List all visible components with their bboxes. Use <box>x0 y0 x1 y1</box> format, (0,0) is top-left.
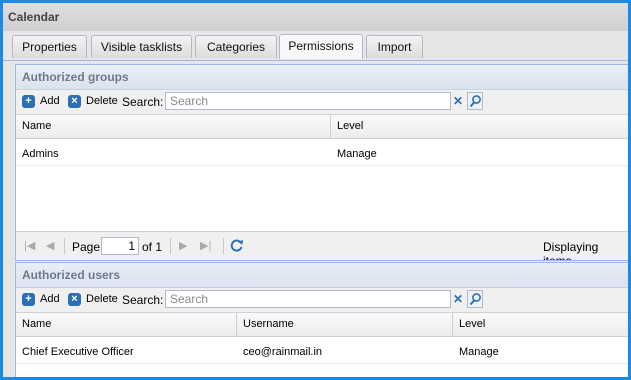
refresh-icon[interactable] <box>229 238 244 256</box>
tab-properties[interactable]: Properties <box>12 35 87 58</box>
column-header-username[interactable]: Username <box>237 313 453 336</box>
add-button[interactable]: Add <box>40 95 60 107</box>
tab-permissions[interactable]: Permissions <box>279 34 363 59</box>
panel-header: Authorized groups <box>16 65 628 90</box>
table-row[interactable]: Admins Manage <box>16 143 628 166</box>
tab-categories[interactable]: Categories <box>195 35 277 58</box>
panel-title: Authorized groups <box>22 70 129 84</box>
clear-icon[interactable]: ✕ <box>453 292 463 306</box>
page-count-label: of 1 <box>142 240 163 254</box>
add-icon[interactable]: + <box>22 95 35 108</box>
search-icon[interactable] <box>467 92 483 110</box>
users-grid-header: Name Username Level <box>16 313 628 337</box>
cell-name: Chief Executive Officer <box>22 346 134 358</box>
cell-name: Admins <box>22 148 59 160</box>
delete-button[interactable]: Delete <box>86 293 118 305</box>
table-row[interactable]: Chief Executive Officer ceo@rainmail.in … <box>16 341 628 364</box>
pager-separator <box>64 238 65 254</box>
add-icon[interactable]: + <box>22 293 35 306</box>
tab-import[interactable]: Import <box>366 35 423 58</box>
authorized-groups-panel: Authorized groups + Add × Delete Search:… <box>15 64 628 261</box>
cell-username: ceo@rainmail.in <box>243 346 323 358</box>
add-button[interactable]: Add <box>40 293 60 305</box>
groups-grid-header: Name Level <box>16 115 628 139</box>
next-page-icon[interactable]: ▶ <box>179 239 187 252</box>
column-header-name[interactable]: Name <box>16 115 331 138</box>
users-toolbar: + Add × Delete Search: Search ✕ <box>16 288 628 313</box>
tab-visible-tasklists[interactable]: Visible tasklists <box>91 35 192 58</box>
delete-icon[interactable]: × <box>68 95 81 108</box>
page-number-input[interactable]: 1 <box>101 237 139 255</box>
search-input[interactable]: Search <box>165 290 451 308</box>
search-icon[interactable] <box>467 290 483 308</box>
column-header-level[interactable]: Level <box>331 115 628 138</box>
cell-level: Manage <box>337 148 377 160</box>
authorized-users-panel: Authorized users + Add × Delete Search: … <box>15 262 628 377</box>
prev-page-icon[interactable]: ◀ <box>46 239 54 252</box>
pager-separator <box>223 238 224 254</box>
panel-title: Authorized users <box>22 268 121 282</box>
delete-icon[interactable]: × <box>68 293 81 306</box>
first-page-icon[interactable]: |◀ <box>24 239 35 252</box>
page-label: Page <box>72 240 101 254</box>
column-header-name[interactable]: Name <box>16 313 237 336</box>
calendar-window: Calendar Properties Visible tasklists Ca… <box>3 3 628 377</box>
groups-toolbar: + Add × Delete Search: Search ✕ <box>16 90 628 115</box>
column-header-level[interactable]: Level <box>453 313 628 336</box>
window-title: Calendar <box>8 10 60 24</box>
last-page-icon[interactable]: ▶| <box>200 239 211 252</box>
window-titlebar: Calendar <box>3 3 628 31</box>
displaying-items-label: Displaying items <box>543 240 599 261</box>
delete-button[interactable]: Delete <box>86 95 118 107</box>
search-label: Search: <box>122 95 164 109</box>
tab-strip: Properties Visible tasklists Categories … <box>3 32 628 61</box>
cell-level: Manage <box>459 346 499 358</box>
panel-header: Authorized users <box>16 263 628 288</box>
search-label: Search: <box>122 293 164 307</box>
clear-icon[interactable]: ✕ <box>453 94 463 108</box>
groups-pager: |◀ ◀ Page 1 of 1 ▶ ▶| Displaying items <box>16 231 628 260</box>
search-input[interactable]: Search <box>165 92 451 110</box>
pager-separator <box>170 238 171 254</box>
